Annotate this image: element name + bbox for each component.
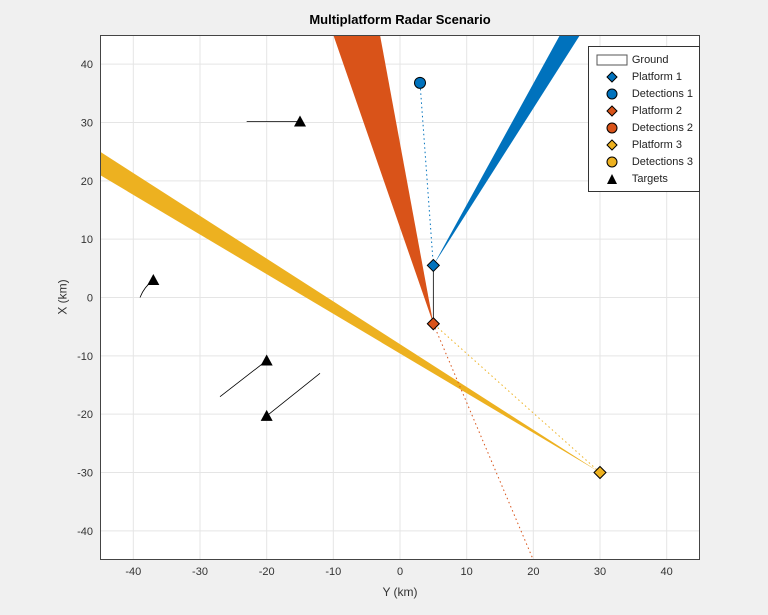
y-axis-label: X (km) <box>56 279 70 314</box>
ytick: -40 <box>77 526 93 538</box>
ytick: 10 <box>81 234 93 246</box>
ytick: 20 <box>81 176 93 188</box>
legend-item-detections1[interactable]: Detections 1 <box>595 85 693 102</box>
ytick: 0 <box>87 293 93 305</box>
xtick: 0 <box>397 566 403 578</box>
target-marker-1 <box>147 274 159 285</box>
ytick: -20 <box>77 409 93 421</box>
legend-item-platform2[interactable]: Platform 2 <box>595 102 693 119</box>
legend-label: Ground <box>632 54 669 66</box>
xtick: 20 <box>527 566 539 578</box>
legend-label: Detections 2 <box>632 122 693 134</box>
figure: Multiplatform Radar Scenario <box>0 0 768 615</box>
target-marker-4 <box>261 410 273 421</box>
xtick: 30 <box>594 566 606 578</box>
xtick: -40 <box>125 566 141 578</box>
dotted-det1 <box>420 83 433 266</box>
legend-label: Platform 3 <box>632 139 682 151</box>
legend-label: Targets <box>632 173 668 185</box>
legend-item-detections2[interactable]: Detections 2 <box>595 119 693 136</box>
legend-label: Detections 3 <box>632 156 693 168</box>
legend-item-ground[interactable]: Ground <box>595 51 693 68</box>
legend-label: Platform 1 <box>632 71 682 83</box>
trail-4 <box>220 361 267 397</box>
legend[interactable]: Ground Platform 1 Detections 1 Platform … <box>588 46 700 192</box>
xtick: -30 <box>192 566 208 578</box>
chart-title: Multiplatform Radar Scenario <box>100 12 700 27</box>
dotted-det2 <box>433 324 533 560</box>
ytick: 30 <box>81 118 93 130</box>
ytick: 40 <box>81 59 93 71</box>
xtick: -10 <box>325 566 341 578</box>
target-marker-2 <box>294 116 306 127</box>
beam-platform1 <box>433 35 580 265</box>
ytick: -30 <box>77 468 93 480</box>
legend-item-platform3[interactable]: Platform 3 <box>595 136 693 153</box>
x-axis-label: Y (km) <box>100 585 700 599</box>
dotted-det3 <box>433 324 600 473</box>
legend-item-targets[interactable]: Targets <box>595 170 693 187</box>
beam-platform3 <box>100 152 600 473</box>
xtick: 10 <box>461 566 473 578</box>
legend-item-detections3[interactable]: Detections 3 <box>595 153 693 170</box>
legend-label: Platform 2 <box>632 105 682 117</box>
detection-1-marker <box>415 77 426 88</box>
trail-5 <box>267 373 320 416</box>
platform-1-marker <box>427 259 439 271</box>
legend-label: Detections 1 <box>632 88 693 100</box>
xtick: 40 <box>661 566 673 578</box>
xtick: -20 <box>259 566 275 578</box>
legend-item-platform1[interactable]: Platform 1 <box>595 68 693 85</box>
ytick: -10 <box>77 351 93 363</box>
